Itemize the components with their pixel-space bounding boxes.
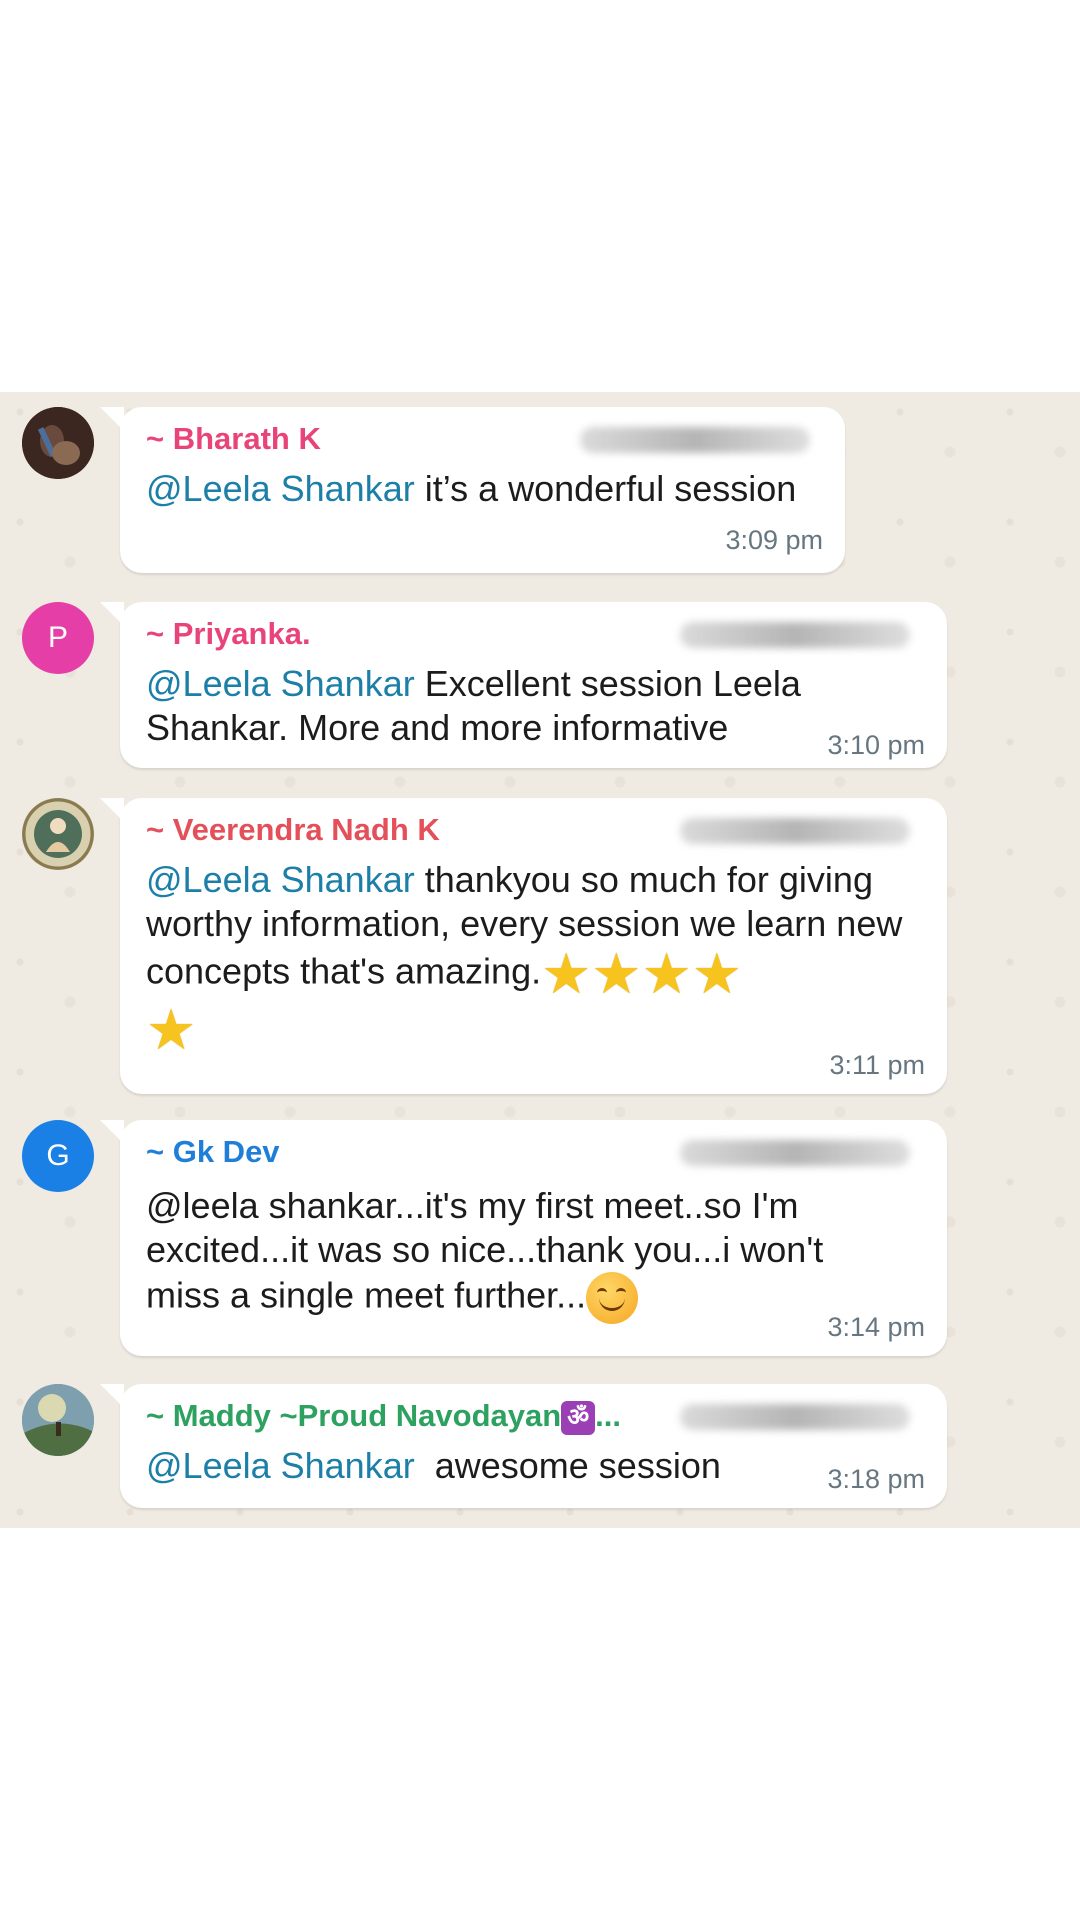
profile-photo-icon	[22, 407, 94, 479]
mention-link[interactable]: @Leela Shankar	[146, 1445, 415, 1486]
star-icon: ★	[591, 942, 642, 1005]
profile-photo-icon	[22, 798, 94, 870]
star-icon: ★	[641, 942, 692, 1005]
avatar[interactable]: G	[22, 1120, 94, 1192]
mention-link[interactable]: @Leela Shankar	[146, 468, 415, 509]
message-time: 3:11 pm	[829, 1050, 925, 1080]
message-text: @Leela Shankar it’s a wonderful session	[146, 467, 826, 511]
message-time: 3:09 pm	[725, 525, 823, 555]
message-bubble[interactable]: ~ Priyanka. @Leela Shankar Excellent ses…	[100, 602, 947, 768]
message-bubble[interactable]: ~ Maddy ~Proud Navodayan ॐ... @Leela Shan…	[100, 1384, 947, 1508]
bubble-tail	[100, 1120, 124, 1144]
bubble-tail	[100, 602, 124, 626]
avatar-letter: G	[46, 1139, 70, 1172]
message-text: @leela shankar...it's my first meet..so …	[146, 1184, 906, 1324]
message-bubble[interactable]: ~ Veerendra Nadh K @Leela Shankar thanky…	[100, 798, 947, 1094]
avatar-letter: P	[47, 621, 68, 654]
avatar[interactable]	[22, 407, 94, 479]
mention-link[interactable]: @Leela Shankar	[146, 663, 415, 704]
avatar[interactable]: P	[22, 602, 94, 674]
message-body: awesome session	[414, 1445, 721, 1486]
message-bubble[interactable]: ~ Bharath K @Leela Shankar it’s a wonder…	[100, 407, 845, 573]
message-text: @Leela Shankar awesome session	[146, 1444, 786, 1488]
message-body: it’s a wonderful session	[414, 468, 797, 509]
message-text: @Leela Shankar thankyou so much for givi…	[146, 858, 936, 1058]
star-icon: ★	[541, 942, 592, 1005]
bubble-tail	[100, 407, 124, 431]
message-time: 3:18 pm	[827, 1464, 925, 1494]
blurred-phone-number	[680, 622, 910, 648]
profile-photo-icon	[22, 1384, 94, 1456]
sender-name[interactable]: ~ Gk Dev	[146, 1134, 280, 1170]
message-time: 3:10 pm	[827, 730, 925, 760]
sender-name[interactable]: ~ Priyanka.	[146, 616, 311, 652]
message-time: 3:14 pm	[827, 1312, 925, 1342]
message-text: @Leela Shankar Excellent session Leela S…	[146, 662, 836, 750]
message-body: @leela shankar...it's my first meet..so …	[146, 1185, 824, 1316]
smiling-face-icon	[586, 1272, 639, 1324]
blurred-phone-number	[680, 1404, 910, 1430]
star-icon: ★	[691, 942, 742, 1005]
star-icon: ★	[146, 998, 197, 1061]
sender-name[interactable]: ~ Maddy ~Proud Navodayan ॐ...	[146, 1398, 621, 1435]
chat-area[interactable]: ~ Bharath K @Leela Shankar it’s a wonder…	[0, 392, 1080, 1528]
blurred-phone-number	[680, 818, 910, 844]
message-bubble[interactable]: ~ Gk Dev @leela shankar...it's my first …	[100, 1120, 947, 1356]
avatar[interactable]	[22, 798, 94, 870]
blurred-phone-number	[680, 1140, 910, 1166]
mention-link[interactable]: @Leela Shankar	[146, 859, 415, 900]
blurred-phone-number	[580, 427, 810, 453]
om-symbol-icon: ॐ	[561, 1400, 596, 1435]
avatar[interactable]	[22, 1384, 94, 1456]
sender-name[interactable]: ~ Veerendra Nadh K	[146, 812, 440, 848]
sender-name[interactable]: ~ Bharath K	[146, 421, 321, 457]
bubble-tail	[100, 798, 124, 822]
bubble-tail	[100, 1384, 124, 1408]
